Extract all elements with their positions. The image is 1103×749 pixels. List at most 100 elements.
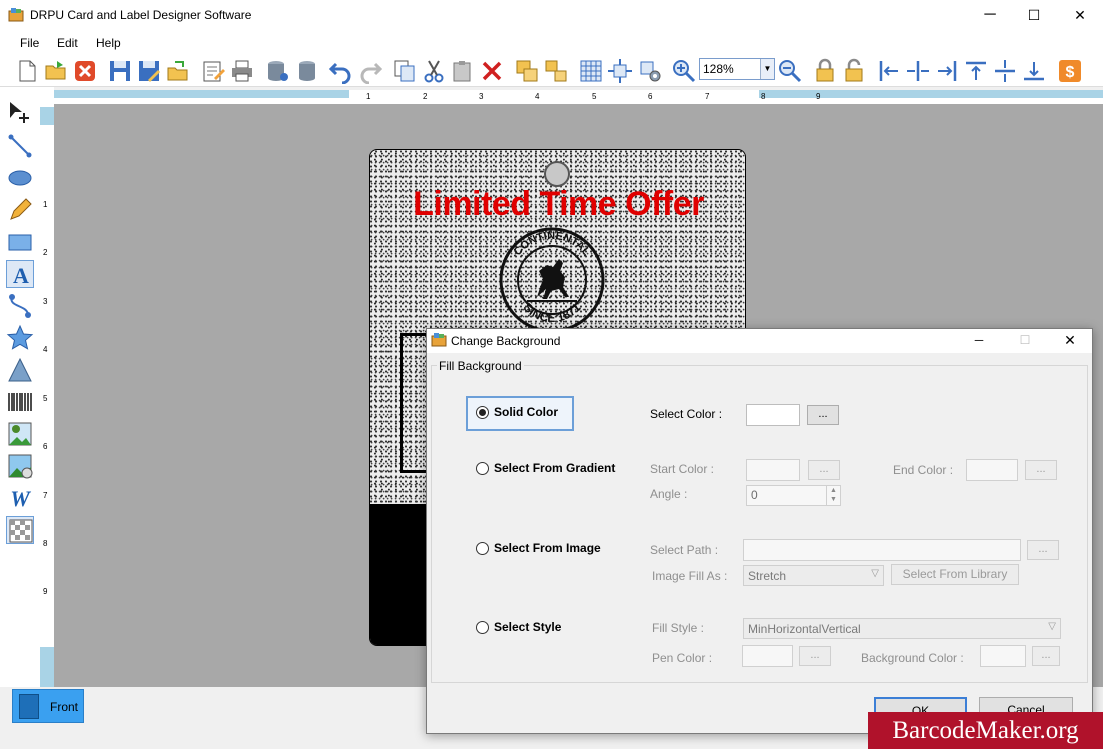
paste-icon[interactable] xyxy=(450,58,476,84)
solid-color-field[interactable] xyxy=(746,404,800,426)
line-tool-icon[interactable] xyxy=(6,132,34,160)
start-color-field xyxy=(746,459,800,481)
ruler-number: 6 xyxy=(648,92,653,101)
radio-style[interactable] xyxy=(476,621,489,634)
settings-gear-icon[interactable] xyxy=(637,58,663,84)
ruler-number: 3 xyxy=(43,297,48,306)
dollar-icon[interactable]: $ xyxy=(1057,58,1083,84)
word-art-icon[interactable]: W xyxy=(6,484,34,512)
new-file-icon[interactable] xyxy=(14,58,40,84)
cut-icon[interactable] xyxy=(421,58,447,84)
menu-file[interactable]: File xyxy=(20,36,39,50)
lock-icon[interactable] xyxy=(812,58,838,84)
ruler-number: 7 xyxy=(43,491,48,500)
ruler-number: 5 xyxy=(43,394,48,403)
unlock-icon[interactable] xyxy=(841,58,867,84)
radio-gradient[interactable] xyxy=(476,462,489,475)
image-library-icon[interactable] xyxy=(6,452,34,480)
ruler-number: 4 xyxy=(43,345,48,354)
align-right-icon[interactable] xyxy=(934,58,960,84)
end-color-browse-button: ... xyxy=(1025,460,1057,480)
image-label[interactable]: Select From Image xyxy=(494,541,601,555)
ruler-number: 1 xyxy=(43,200,48,209)
solid-color-label[interactable]: Solid Color xyxy=(494,405,558,419)
fill-style-value: MinHorizontalVertical xyxy=(748,622,861,636)
align-middle-icon[interactable] xyxy=(992,58,1018,84)
triangle-tool-icon[interactable] xyxy=(6,356,34,384)
maximize-button[interactable]: ☐ xyxy=(1011,0,1057,31)
angle-spinner: 0 ▲ ▼ xyxy=(746,485,841,506)
copy-icon[interactable] xyxy=(392,58,418,84)
database-icon[interactable] xyxy=(264,58,290,84)
ungroup-icon[interactable] xyxy=(543,58,569,84)
close-file-icon[interactable] xyxy=(72,58,98,84)
close-button[interactable]: ✕ xyxy=(1057,0,1103,31)
radio-image[interactable] xyxy=(476,542,489,555)
emblem-top-text: CONTINENTAL xyxy=(512,230,593,258)
print-icon[interactable] xyxy=(229,58,255,84)
fit-to-window-icon[interactable] xyxy=(607,58,633,84)
delete-icon[interactable] xyxy=(479,58,505,84)
vertical-ruler: 1 2 3 4 5 6 7 8 9 xyxy=(40,87,54,687)
svg-text:SINCE 1871: SINCE 1871 xyxy=(521,300,584,325)
background-tool-icon[interactable] xyxy=(6,516,34,544)
barcode-tool-icon[interactable] xyxy=(6,388,34,416)
grid-icon[interactable] xyxy=(578,58,604,84)
star-tool-icon[interactable] xyxy=(6,324,34,352)
image-path-browse-button: ... xyxy=(1027,540,1059,560)
pen-color-field xyxy=(742,645,793,667)
align-top-icon[interactable] xyxy=(963,58,989,84)
undo-icon[interactable] xyxy=(328,58,354,84)
database-settings-icon[interactable] xyxy=(294,58,320,84)
pen-color-browse-button: ... xyxy=(799,646,831,666)
export-folder-icon[interactable] xyxy=(165,58,191,84)
rectangle-tool-icon[interactable] xyxy=(6,228,34,256)
offer-text[interactable]: Limited Time Offer xyxy=(370,185,745,224)
edit-properties-icon[interactable] xyxy=(200,58,226,84)
ellipse-tool-icon[interactable] xyxy=(6,164,34,192)
redo-icon[interactable] xyxy=(357,58,383,84)
page-icon xyxy=(19,694,39,719)
menu-help[interactable]: Help xyxy=(96,36,121,50)
ruler-highlight xyxy=(759,90,1103,98)
ruler-number: 2 xyxy=(423,92,428,101)
tab-front[interactable]: Front xyxy=(12,689,84,723)
continental-logo[interactable]: CONTINENTAL SINCE 1871 xyxy=(497,225,607,335)
curve-tool-icon[interactable] xyxy=(6,292,34,320)
zoom-out-icon[interactable] xyxy=(777,58,803,84)
align-center-icon[interactable] xyxy=(905,58,931,84)
angle-label: Angle : xyxy=(650,487,688,501)
app-icon xyxy=(431,333,447,347)
zoom-combo[interactable]: 128% ▼ xyxy=(699,58,775,80)
dialog-maximize-button: ☐ xyxy=(1019,333,1031,347)
dialog-close-button[interactable]: ✕ xyxy=(1048,329,1092,353)
ruler-number: 8 xyxy=(43,539,48,548)
minimize-button[interactable]: ─ xyxy=(967,0,1013,31)
align-bottom-icon[interactable] xyxy=(1021,58,1047,84)
text-tool-icon[interactable]: A xyxy=(6,260,34,288)
ruler-number: 7 xyxy=(705,92,710,101)
menu-edit[interactable]: Edit xyxy=(57,36,78,50)
style-label[interactable]: Select Style xyxy=(494,620,561,634)
save-as-icon[interactable] xyxy=(136,58,162,84)
zoom-in-icon[interactable] xyxy=(671,58,697,84)
select-pointer-icon[interactable] xyxy=(6,99,34,127)
chevron-down-icon[interactable]: ▼ xyxy=(760,59,774,79)
solid-color-browse-button[interactable]: ... xyxy=(807,405,839,425)
picture-tool-icon[interactable] xyxy=(6,420,34,448)
save-icon[interactable] xyxy=(107,58,133,84)
gradient-label[interactable]: Select From Gradient xyxy=(494,461,615,475)
group-icon[interactable] xyxy=(514,58,540,84)
open-folder-icon[interactable] xyxy=(43,58,69,84)
start-color-label: Start Color : xyxy=(650,462,715,476)
dialog-minimize-button[interactable]: ─ xyxy=(957,329,1001,353)
end-color-label: End Color : xyxy=(893,463,954,477)
pencil-tool-icon[interactable] xyxy=(6,196,34,224)
fill-style-select: MinHorizontalVertical ▽ xyxy=(743,618,1061,639)
main-toolbar: $ xyxy=(0,55,1103,87)
image-fill-label: Image Fill As : xyxy=(652,569,728,583)
ruler-highlight xyxy=(40,107,54,125)
image-path-field xyxy=(743,539,1021,561)
align-left-icon[interactable] xyxy=(876,58,902,84)
radio-solid-color[interactable] xyxy=(476,406,489,419)
